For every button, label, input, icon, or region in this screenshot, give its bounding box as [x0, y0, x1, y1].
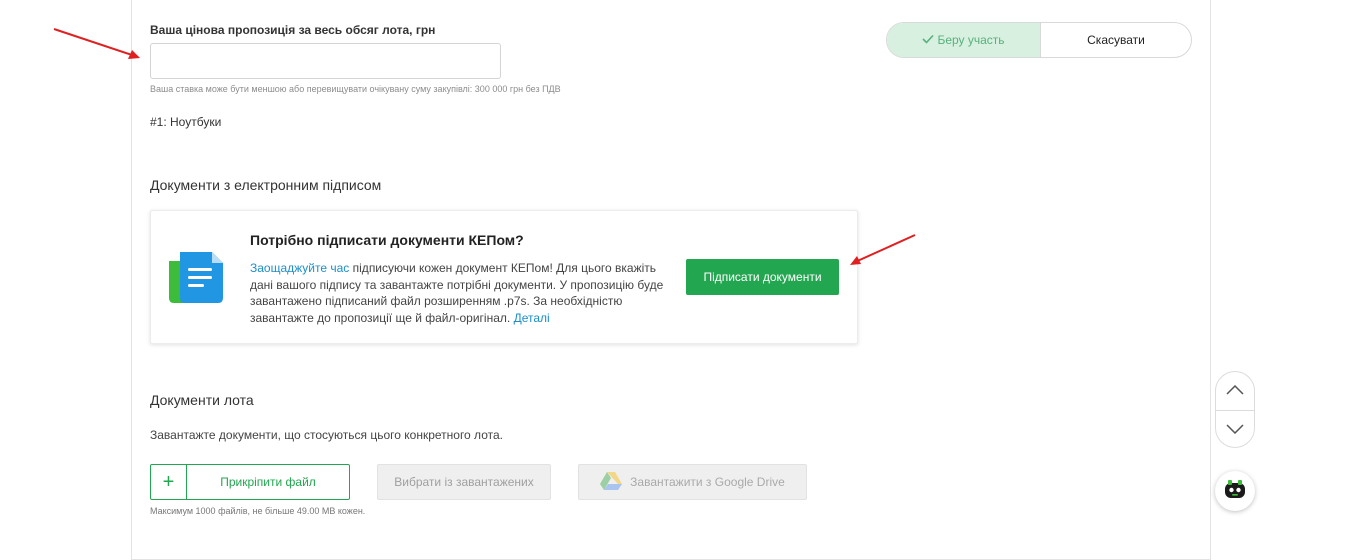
lot-documents-description: Завантажте документи, що стосуються цьог…	[150, 428, 503, 442]
google-drive-label: Завантажити з Google Drive	[630, 475, 785, 489]
chevron-down-icon	[1226, 421, 1244, 439]
document-icon	[166, 247, 226, 312]
lot-name: #1: Ноутбуки	[150, 115, 222, 129]
chevron-up-icon	[1226, 382, 1244, 400]
participate-button[interactable]: Беру участь	[887, 23, 1040, 57]
bid-label: Ваша цінова пропозиція за весь обсяг лот…	[150, 23, 436, 37]
signature-card-title: Потрібно підписати документи КЕПом?	[250, 232, 524, 248]
save-time-link[interactable]: Заощаджуйте час	[250, 261, 349, 275]
signature-card-text: Заощаджуйте час підписуючи кожен докумен…	[250, 260, 670, 326]
attach-file-label: Прикріпити файл	[220, 475, 316, 489]
annotation-arrow-bid	[50, 25, 145, 70]
cancel-button[interactable]: Скасувати	[1040, 23, 1191, 57]
assistant-bot-button[interactable]	[1215, 471, 1255, 511]
choose-uploaded-button[interactable]: Вибрати із завантажених	[377, 464, 551, 500]
lot-documents-title: Документи лота	[150, 392, 254, 408]
google-drive-icon	[600, 471, 630, 493]
files-limit-hint: Максимум 1000 файлів, не більше 49.00 MB…	[150, 506, 366, 516]
check-icon	[922, 33, 935, 47]
bid-hint: Ваша ставка може бути меншою або перевищ…	[150, 84, 561, 94]
bot-icon	[1223, 479, 1247, 504]
scroll-down-button[interactable]	[1216, 410, 1254, 447]
annotation-arrow-sign	[845, 232, 920, 273]
participate-label: Беру участь	[937, 33, 1005, 47]
google-drive-button[interactable]: Завантажити з Google Drive	[578, 464, 807, 500]
plus-icon: +	[151, 465, 187, 499]
details-link[interactable]: Деталі	[514, 311, 550, 325]
sign-documents-button[interactable]: Підписати документи	[686, 259, 839, 295]
participation-toggle: Беру участь Скасувати	[886, 22, 1192, 58]
scroll-navigation	[1215, 371, 1255, 448]
bid-amount-input[interactable]	[150, 43, 501, 79]
cancel-label: Скасувати	[1087, 33, 1145, 47]
signature-section-title: Документи з електронним підписом	[150, 177, 382, 193]
attach-file-button[interactable]: + Прикріпити файл	[150, 464, 350, 500]
scroll-up-button[interactable]	[1216, 372, 1254, 410]
